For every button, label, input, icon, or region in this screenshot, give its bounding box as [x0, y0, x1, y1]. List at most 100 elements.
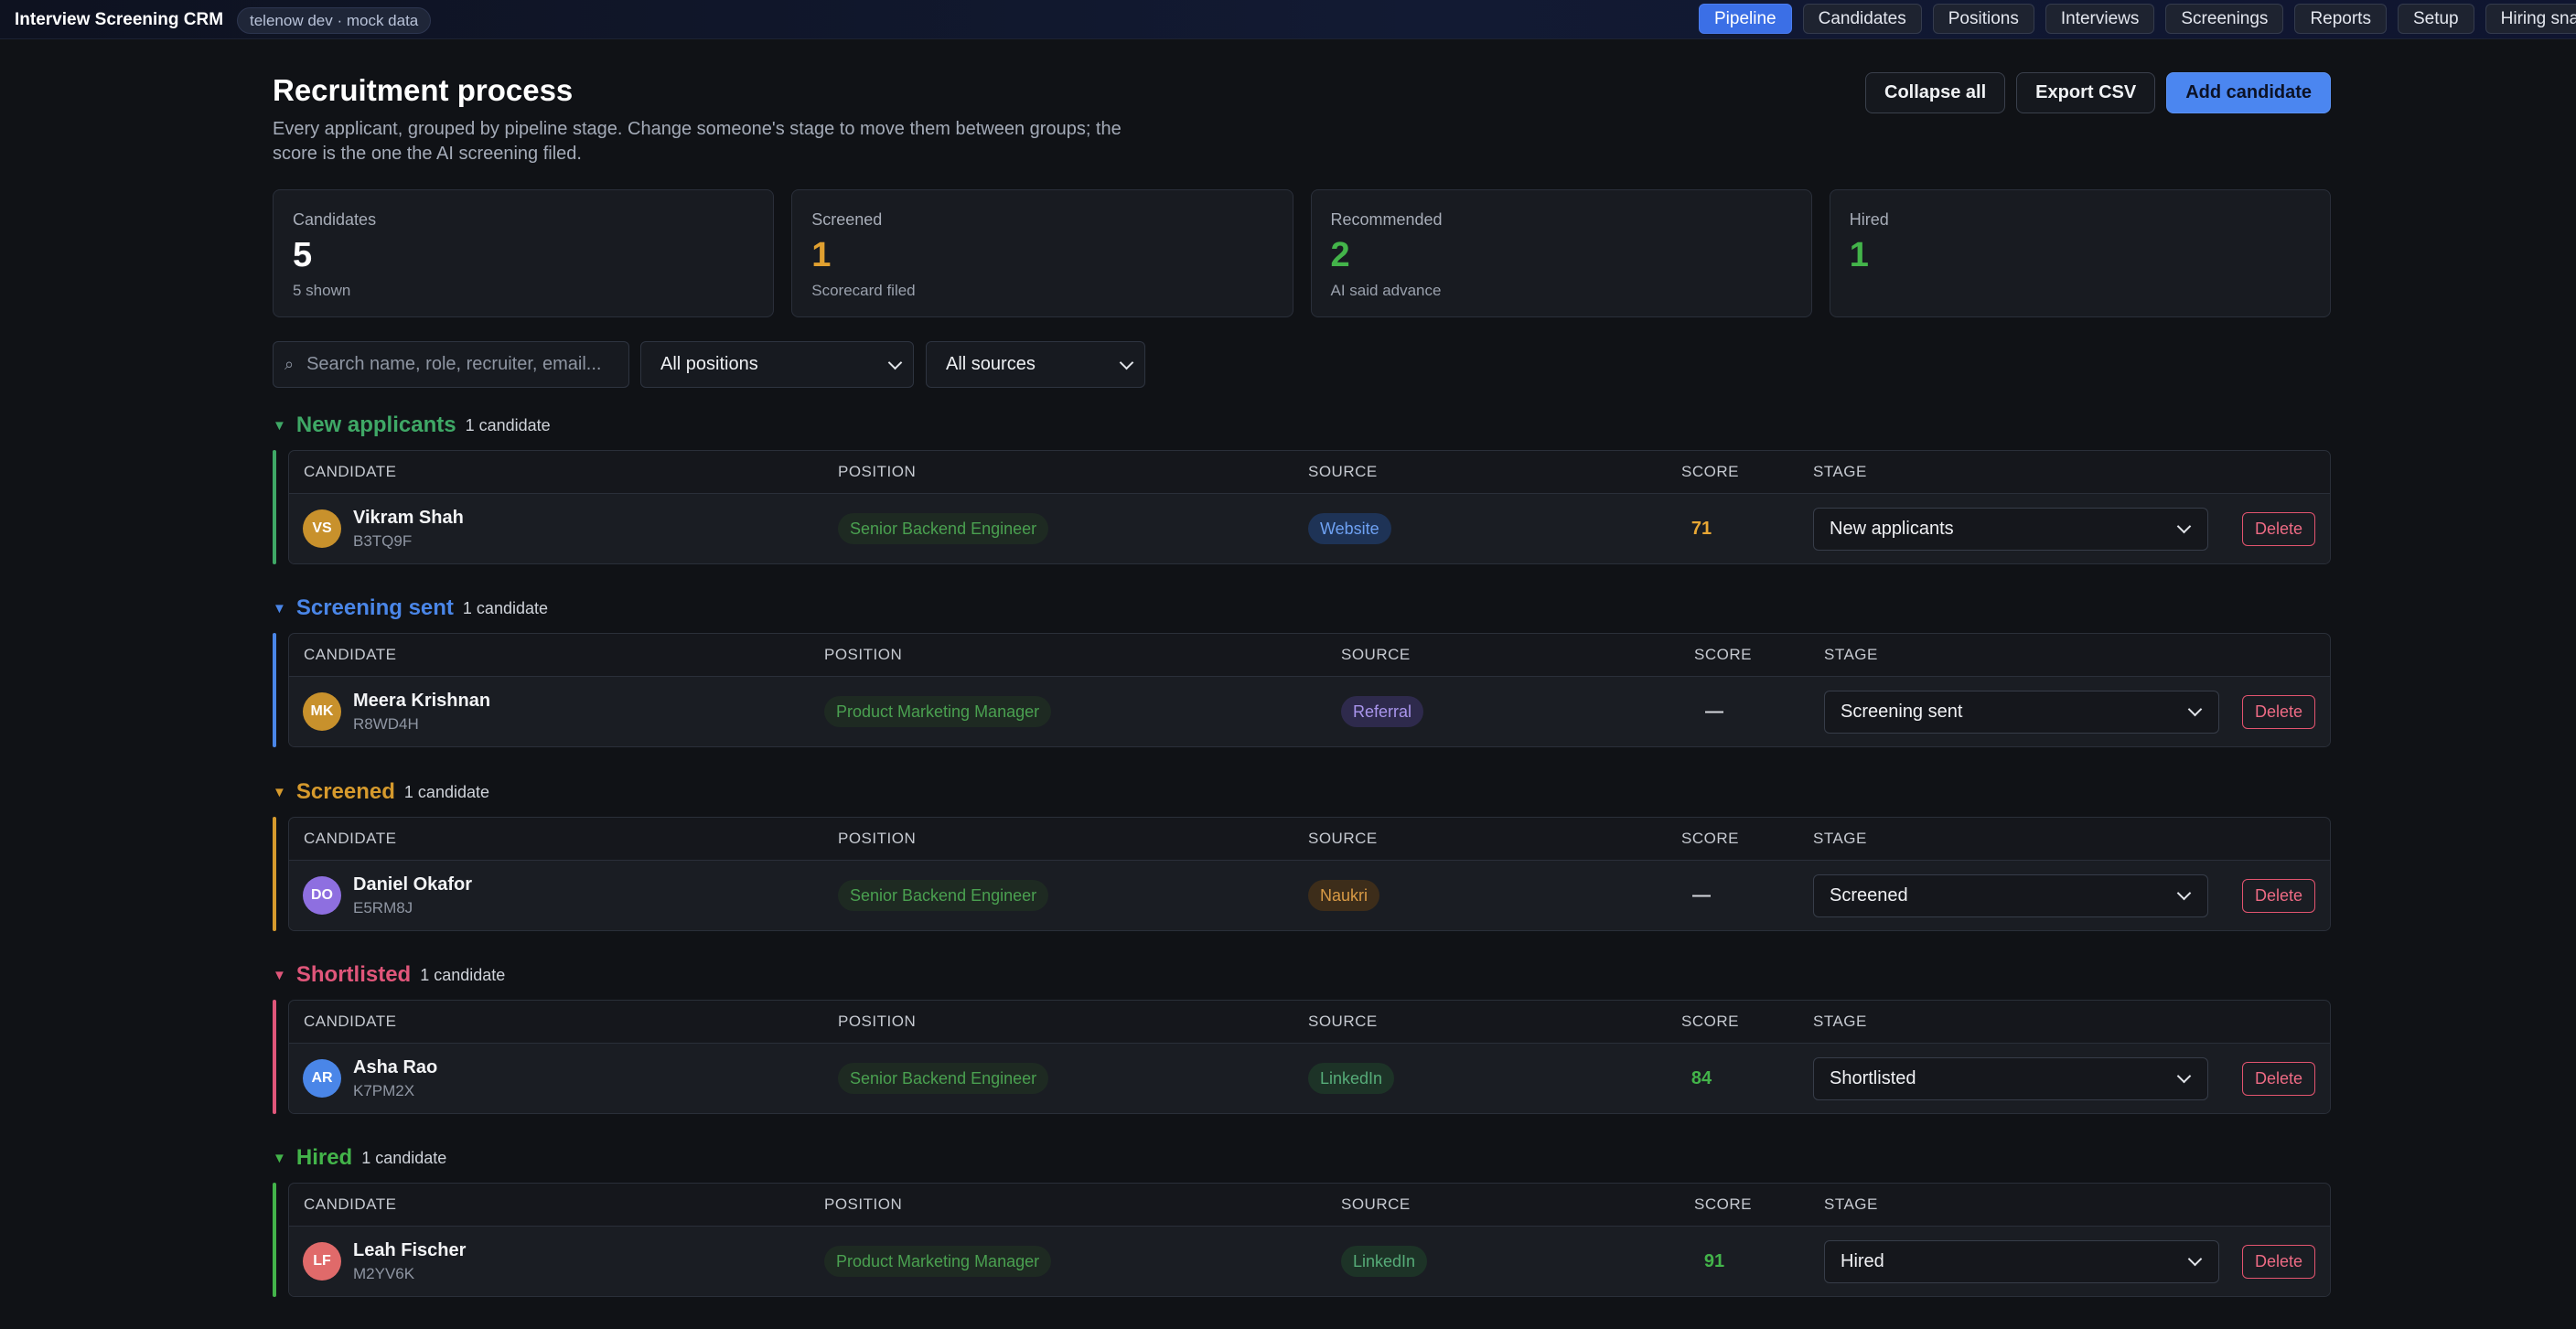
- source-pill: LinkedIn: [1341, 1246, 1428, 1277]
- caret-down-icon[interactable]: ▼: [273, 1151, 286, 1166]
- candidate-table: CANDIDATE POSITION SOURCE SCORE STAGE MK…: [288, 633, 2331, 747]
- group-body: CANDIDATE POSITION SOURCE SCORE STAGE AR…: [273, 1000, 2331, 1114]
- position-pill: Senior Backend Engineer: [838, 513, 1049, 544]
- avatar: DO: [303, 876, 341, 915]
- score-value: —: [1705, 702, 1723, 722]
- stage-value: New applicants: [1830, 519, 1954, 539]
- position-filter-select[interactable]: All positions: [640, 341, 914, 388]
- add-candidate-button[interactable]: Add candidate: [2166, 72, 2331, 113]
- nav-interviews[interactable]: Interviews: [2045, 4, 2155, 34]
- table-header: CANDIDATE POSITION SOURCE SCORE STAGE: [289, 1184, 2330, 1227]
- table-row[interactable]: MK Meera Krishnan R8WD4H Product Marketi…: [289, 677, 2330, 746]
- stat-card-hired: Hired 1: [1829, 189, 2331, 317]
- group-header[interactable]: ▼ Screening sent 1 candidate: [273, 594, 2331, 623]
- nav-pipeline[interactable]: Pipeline: [1699, 4, 1792, 34]
- avatar: VS: [303, 509, 341, 548]
- column-score: SCORE: [1681, 1013, 1739, 1030]
- column-source: SOURCE: [1341, 1195, 1411, 1213]
- pipeline-group-screened: ▼ Screened 1 candidate CANDIDATE POSITIO…: [273, 777, 2331, 931]
- group-accent-bar: [273, 1183, 276, 1297]
- column-score: SCORE: [1681, 463, 1739, 480]
- stage-select[interactable]: Screened: [1813, 874, 2208, 917]
- stat-sub: 5 shown: [293, 282, 351, 299]
- candidate-name[interactable]: Leah Fischer: [353, 1240, 466, 1261]
- stat-cards: Candidates 5 5 shown Screened 1 Scorecar…: [273, 189, 2331, 317]
- pipeline-group-screening-sent: ▼ Screening sent 1 candidate CANDIDATE P…: [273, 594, 2331, 747]
- nav-screenings[interactable]: Screenings: [2165, 4, 2284, 34]
- group-accent-bar: [273, 1000, 276, 1114]
- candidate-name[interactable]: Meera Krishnan: [353, 691, 490, 712]
- stage-select[interactable]: New applicants: [1813, 508, 2208, 551]
- column-source: SOURCE: [1308, 463, 1378, 480]
- stat-value: 1: [811, 236, 832, 274]
- table-row[interactable]: DO Daniel Okafor E5RM8J Senior Backend E…: [289, 861, 2330, 930]
- stat-value: 5: [293, 236, 313, 274]
- table-header: CANDIDATE POSITION SOURCE SCORE STAGE: [289, 818, 2330, 861]
- column-candidate: CANDIDATE: [304, 646, 397, 663]
- stat-sub: Scorecard filed: [811, 282, 916, 299]
- source-filter-select[interactable]: All sources: [926, 341, 1145, 388]
- column-score: SCORE: [1694, 646, 1752, 663]
- stat-label: Hired: [1849, 210, 1889, 229]
- group-name: Hired: [295, 1145, 353, 1170]
- caret-down-icon[interactable]: ▼: [273, 418, 286, 434]
- group-count: 1 candidate: [420, 965, 506, 984]
- delete-button[interactable]: Delete: [2241, 1245, 2315, 1279]
- nav-positions[interactable]: Positions: [1932, 4, 2034, 34]
- column-stage: STAGE: [1813, 1013, 1867, 1030]
- stage-select[interactable]: Shortlisted: [1813, 1057, 2208, 1100]
- top-bar: Interview Screening CRM telenow dev · mo…: [0, 0, 2576, 39]
- stat-value: 2: [1330, 236, 1350, 274]
- source-pill: Naukri: [1308, 880, 1380, 911]
- candidate-id: B3TQ9F: [353, 532, 413, 550]
- score-value: —: [1692, 885, 1711, 906]
- caret-down-icon[interactable]: ▼: [273, 785, 286, 800]
- column-candidate: CANDIDATE: [304, 830, 397, 847]
- candidate-name[interactable]: Daniel Okafor: [353, 874, 472, 895]
- stage-select[interactable]: Screening sent: [1824, 691, 2219, 734]
- group-header[interactable]: ▼ New applicants 1 candidate: [273, 411, 2331, 440]
- delete-button[interactable]: Delete: [2241, 695, 2315, 729]
- nav-setup[interactable]: Setup: [2397, 4, 2474, 34]
- export-csv-button[interactable]: Export CSV: [2016, 72, 2156, 113]
- column-stage: STAGE: [1824, 1195, 1878, 1213]
- group-count: 1 candidate: [403, 782, 489, 801]
- stage-select[interactable]: Hired: [1824, 1240, 2219, 1283]
- stat-value: 1: [1849, 236, 1869, 274]
- column-position: POSITION: [824, 646, 903, 663]
- table-row[interactable]: AR Asha Rao K7PM2X Senior Backend Engine…: [289, 1044, 2330, 1113]
- nav-hiring-snapshot[interactable]: Hiring snapshot: [2485, 4, 2576, 34]
- delete-button[interactable]: Delete: [2241, 1062, 2315, 1096]
- table-row[interactable]: LF Leah Fischer M2YV6K Product Marketing…: [289, 1227, 2330, 1296]
- delete-button[interactable]: Delete: [2241, 512, 2315, 546]
- candidate-name[interactable]: Vikram Shah: [353, 508, 464, 529]
- source-pill: Referral: [1341, 696, 1424, 727]
- group-header[interactable]: ▼ Screened 1 candidate: [273, 777, 2331, 807]
- collapse-all-button[interactable]: Collapse all: [1865, 72, 2006, 113]
- group-header[interactable]: ▼ Hired 1 candidate: [273, 1143, 2331, 1173]
- caret-down-icon[interactable]: ▼: [273, 601, 286, 616]
- page-description: Every applicant, grouped by pipeline sta…: [273, 119, 1122, 164]
- candidate-id: M2YV6K: [353, 1265, 415, 1282]
- chevron-down-icon: [2187, 702, 2203, 717]
- group-count: 1 candidate: [465, 415, 551, 434]
- env-badge: telenow dev · mock data: [237, 7, 432, 34]
- caret-down-icon[interactable]: ▼: [273, 968, 286, 983]
- search-input[interactable]: [306, 354, 609, 375]
- position-pill: Product Marketing Manager: [824, 1246, 1052, 1277]
- candidate-name[interactable]: Asha Rao: [353, 1057, 437, 1078]
- column-position: POSITION: [838, 463, 917, 480]
- chevron-down-icon: [2176, 1068, 2192, 1084]
- nav-reports[interactable]: Reports: [2294, 4, 2387, 34]
- group-accent-bar: [273, 817, 276, 931]
- group-body: CANDIDATE POSITION SOURCE SCORE STAGE LF…: [273, 1183, 2331, 1297]
- table-row[interactable]: VS Vikram Shah B3TQ9F Senior Backend Eng…: [289, 494, 2330, 563]
- group-name: Screened: [295, 779, 395, 804]
- chevron-down-icon: [1119, 355, 1134, 370]
- stage-value: Screened: [1830, 885, 1908, 906]
- score-value: 91: [1703, 1251, 1725, 1271]
- delete-button[interactable]: Delete: [2241, 879, 2315, 913]
- nav-candidates[interactable]: Candidates: [1802, 4, 1922, 34]
- candidate-table: CANDIDATE POSITION SOURCE SCORE STAGE DO…: [288, 817, 2331, 931]
- group-header[interactable]: ▼ Shortlisted 1 candidate: [273, 960, 2331, 990]
